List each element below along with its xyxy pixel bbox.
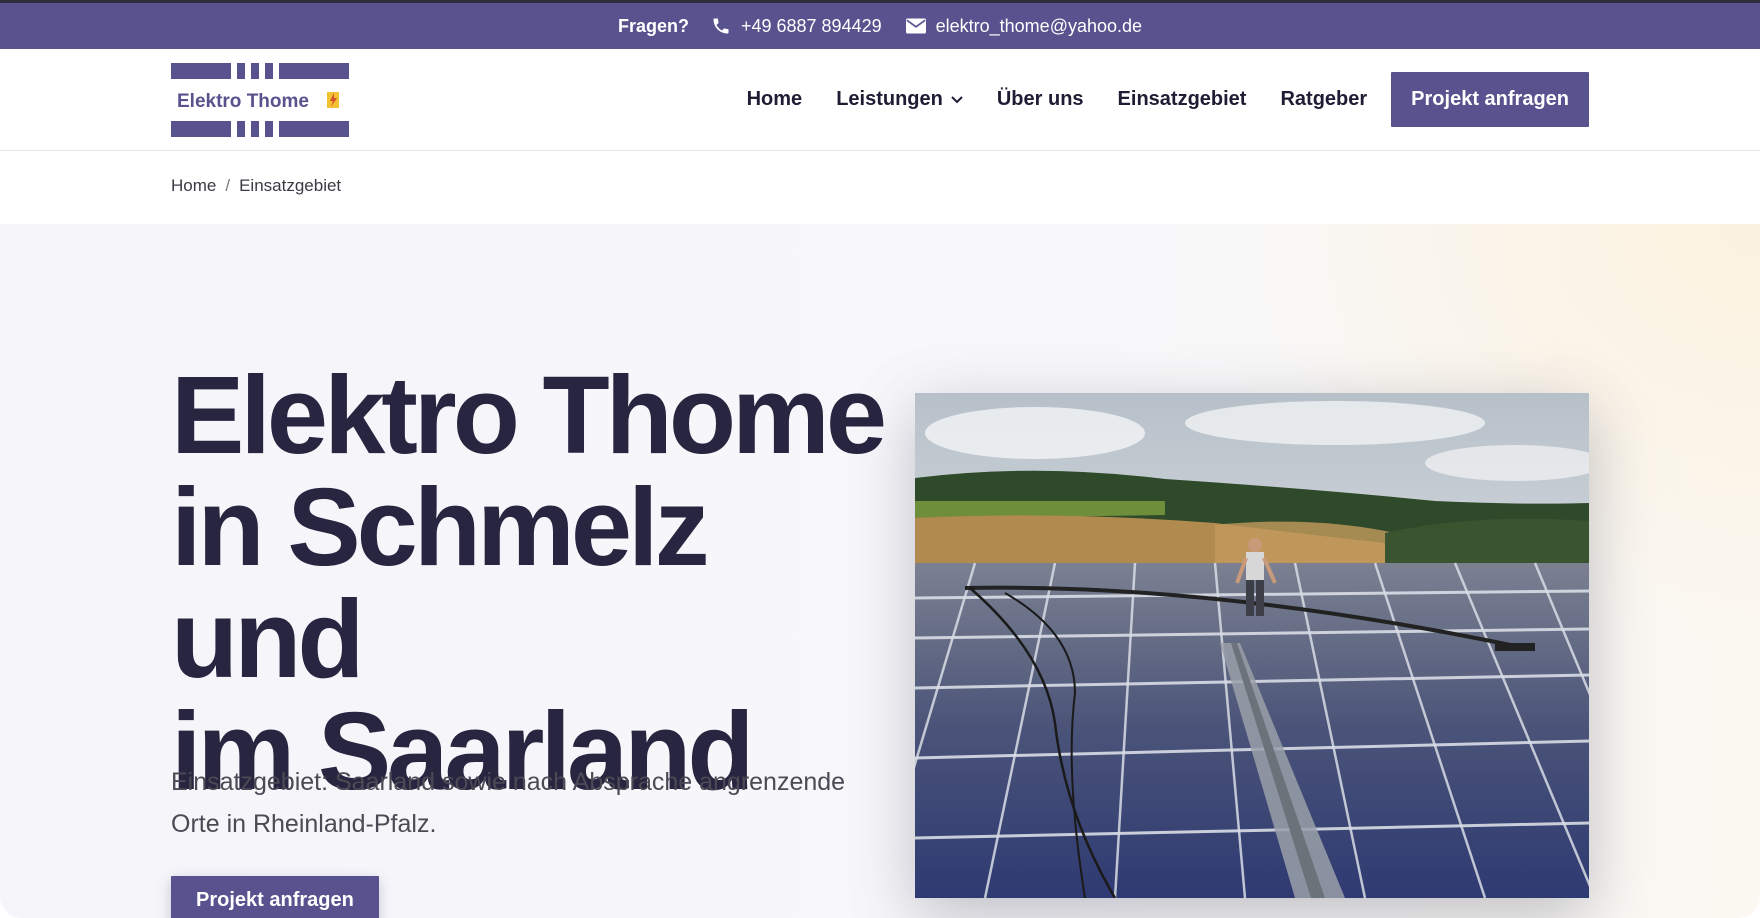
hero-image-solar-panels [915,393,1589,898]
phone-number: +49 6887 894429 [740,15,882,36]
hero-title-line-1: Elektro Thome [171,354,887,477]
project-request-button[interactable]: Projekt anfragen [1391,72,1589,127]
site-logo[interactable]: Elektro Thome [171,63,349,137]
hero-lead-text: Einsatzgebiet: Saarland sowie nach Abspr… [171,768,846,838]
nav-leistungen[interactable]: Leistungen [836,88,963,111]
logo-text: Elektro Thome [177,91,309,112]
top-info-bar: Fragen? +49 6887 894429 elektro_thome@ya… [0,0,1760,49]
phone-icon [713,18,729,34]
hero-title: Elektro Thome in Schmelz und im Saarland [171,360,891,808]
nav-home[interactable]: Home [747,88,803,111]
hero-section: Elektro Thome in Schmelz und im Saarland… [0,224,1760,918]
email-link[interactable]: elektro_thome@yahoo.de [905,15,1143,37]
breadcrumb: Home / Einsatzgebiet [171,176,341,196]
questions-label: Fragen? [617,15,689,36]
main-nav: Home Leistungen Über uns Einsatzgebiet R… [747,72,1589,127]
breadcrumb-separator: / [225,176,231,195]
site-header: Elektro Thome Home Leistungen Über uns E… [0,49,1760,151]
breadcrumb-current: Einsatzgebiet [239,176,342,195]
breadcrumb-home[interactable]: Home [171,176,216,196]
nav-einsatzgebiet[interactable]: Einsatzgebiet [1118,88,1247,111]
nav-ueber-uns[interactable]: Über uns [997,88,1084,111]
chevron-down-icon [951,95,963,103]
email-address: elektro_thome@yahoo.de [935,15,1143,36]
hero-title-line-2: in Schmelz und [171,466,710,701]
hero-project-request-button[interactable]: Projekt anfragen [171,876,379,918]
envelope-icon [905,18,926,34]
nav-ratgeber[interactable]: Ratgeber [1280,88,1367,111]
phone-link[interactable]: +49 6887 894429 [711,16,882,37]
nav-leistungen-label: Leistungen [836,88,943,110]
